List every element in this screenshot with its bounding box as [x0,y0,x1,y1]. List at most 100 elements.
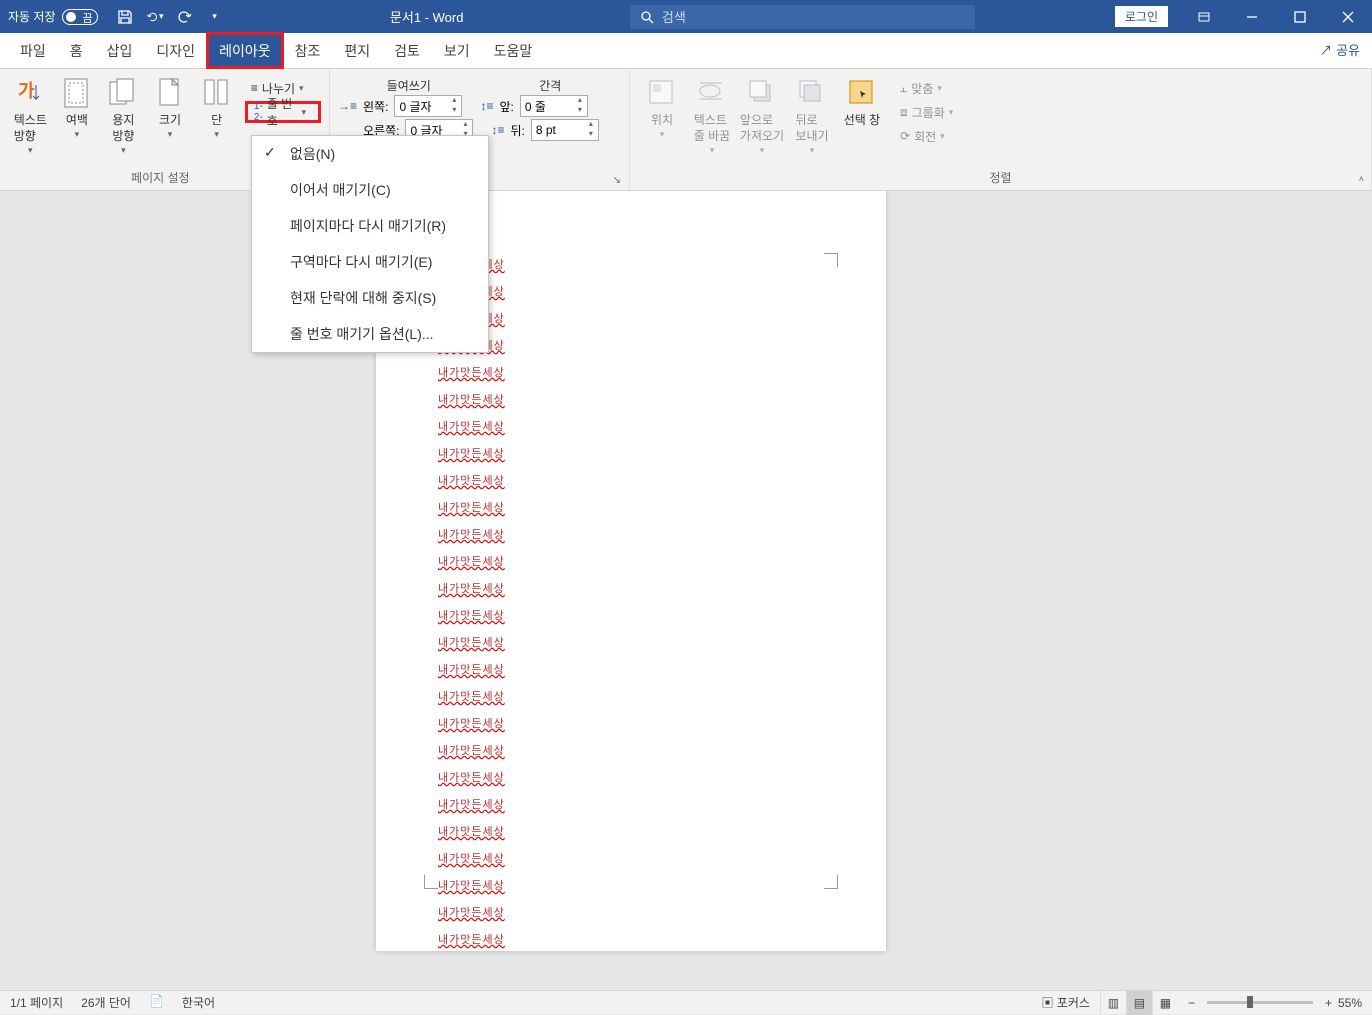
document-line[interactable]: 내가맛든세상 [438,418,824,434]
tab-references[interactable]: 참조 [283,33,333,68]
columns-icon [201,77,233,109]
zoom-in-icon[interactable]: + [1325,996,1332,1010]
zoom-thumb[interactable] [1247,996,1253,1008]
spacing-after-icon: ↕≡ [491,123,504,137]
print-layout-icon[interactable]: ▤ [1126,991,1152,1015]
tab-design[interactable]: 디자인 [144,33,207,68]
share-button[interactable]: ↗ 공유 [1319,40,1360,59]
tab-help[interactable]: 도움말 [482,33,545,68]
spacing-header: 간격 [480,77,622,94]
dropdown-item-restart-page[interactable]: 페이지마다 다시 매기기(R) [252,208,488,244]
status-language[interactable]: 한국어 [182,994,215,1011]
tab-layout[interactable]: 레이아웃 [207,33,283,68]
status-words[interactable]: 26개 단어 [81,994,131,1011]
document-line[interactable]: 내가맛든세상 [438,904,824,920]
spacing-after-spinner[interactable]: ▴▾ [531,119,599,141]
dropdown-item-options[interactable]: 줄 번호 매기기 옵션(L)... [252,316,488,352]
document-line[interactable]: 내가맛든세상 [438,553,824,569]
tab-mailings[interactable]: 편지 [332,33,382,68]
qat-customize-icon[interactable]: ▾ [206,8,224,26]
document-line[interactable]: 내가맛든세상 [438,526,824,542]
bring-forward-icon [746,77,778,109]
document-line[interactable]: 내가맛든세상 [438,742,824,758]
save-icon[interactable] [116,8,134,26]
collapse-ribbon-icon[interactable]: ˄ [1359,174,1364,184]
document-line[interactable]: 내가맛든세상 [438,310,824,326]
selection-pane-button[interactable]: 선택 창 [838,73,886,128]
margins-button[interactable]: 여백▾ [55,73,100,140]
orientation-button[interactable]: 용지 방향▾ [101,73,146,157]
tab-file[interactable]: 파일 [8,33,58,68]
document-line[interactable]: 내가맛든세상 [438,364,824,380]
zoom-out-icon[interactable]: − [1188,996,1195,1010]
document-line[interactable]: 내가맛든세상 [438,850,824,866]
document-line[interactable]: 내가맛든세상 [438,607,824,623]
close-icon[interactable] [1324,0,1372,33]
tab-insert[interactable]: 삽입 [95,33,145,68]
margin-corner [824,875,838,889]
ribbon-display-icon[interactable] [1180,0,1228,33]
quick-access-toolbar: ▾ ▾ [116,8,224,26]
dropdown-item-suppress[interactable]: 현재 단락에 대해 중지(S) [252,280,488,316]
document-area[interactable]: 내가맛든세상내가맛든세상내가맛든세상내가맛든세상내가맛든세상내가맛든세상내가맛든… [0,191,1372,990]
ribbon-body: 가 텍스트 방향▾ 여백▾ 용지 방향▾ 크기▾ 단▾ ≡나누기 ▾ 1-2 [0,69,1372,191]
window-controls [1180,0,1372,33]
document-line[interactable]: 내가맛든세상 [438,661,824,677]
document-line[interactable]: 내가맛든세상 [438,391,824,407]
size-button[interactable]: 크기▾ [148,73,193,140]
status-bar: 1/1 페이지 26개 단어 📄 한국어 ▣ 포커스 ▥ ▤ ▦ − + 55% [0,990,1372,1014]
send-backward-button: 뒤로 보내기▾ [788,73,836,157]
paragraph-launcher-icon[interactable]: ↘ [613,175,621,186]
align-button: ⫠맞춤 ▾ [894,77,959,99]
document-line[interactable]: 내가맛든세상 [438,769,824,785]
document-line[interactable]: 내가맛든세상 [438,472,824,488]
login-button[interactable]: 로그인 [1115,6,1168,27]
tab-home[interactable]: 홈 [58,33,95,68]
document-line[interactable]: 내가맛든세상 [438,715,824,731]
line-numbers-button[interactable]: 1-2-줄 번호 ▾ [245,101,321,123]
status-page[interactable]: 1/1 페이지 [10,994,63,1011]
document-line[interactable]: 내가맛든세상 [438,931,824,947]
document-line[interactable]: 내가맛든세상 [438,337,824,353]
status-proof-icon[interactable]: 📄 [149,994,164,1011]
dropdown-item-continuous[interactable]: 이어서 매기기(C) [252,172,488,208]
tab-review[interactable]: 검토 [382,33,432,68]
spacing-before-input[interactable] [521,96,573,116]
spacing-before-spinner[interactable]: ▴▾ [520,95,588,117]
zoom-level[interactable]: 55% [1338,996,1362,1010]
rotate-icon: ⟳ [900,129,910,143]
indent-left-input[interactable] [395,96,447,116]
document-line[interactable]: 내가맛든세상 [438,823,824,839]
columns-button[interactable]: 단▾ [194,73,239,140]
send-backward-icon [796,77,828,109]
zoom-slider[interactable] [1207,1001,1313,1004]
dropdown-item-none[interactable]: ✓없음(N) [252,136,488,172]
document-line[interactable]: 내가맛든세상 [438,445,824,461]
document-title: 문서1 - Word [224,7,630,26]
document-line[interactable]: 내가맛든세상 [438,688,824,704]
dropdown-item-restart-section[interactable]: 구역마다 다시 매기기(E) [252,244,488,280]
document-line[interactable]: 내가맛든세상 [438,256,824,272]
document-line[interactable]: 내가맛든세상 [438,283,824,299]
document-line[interactable]: 내가맛든세상 [438,877,824,893]
text-direction-button[interactable]: 가 텍스트 방향▾ [8,73,53,157]
web-layout-icon[interactable]: ▦ [1152,991,1178,1015]
search-bar[interactable]: 검색 [630,5,975,29]
document-line[interactable]: 내가맛든세상 [438,499,824,515]
wrap-text-button: 텍스트 줄 바꿈▾ [688,73,736,157]
indent-header: 들여쓰기 [338,77,480,94]
redo-icon[interactable] [176,8,194,26]
indent-left-spinner[interactable]: ▴▾ [394,95,462,117]
undo-icon[interactable]: ▾ [146,8,164,26]
rotate-button: ⟳회전 ▾ [894,125,959,147]
maximize-icon[interactable] [1276,0,1324,33]
document-line[interactable]: 내가맛든세상 [438,634,824,650]
tab-view[interactable]: 보기 [432,33,482,68]
document-line[interactable]: 내가맛든세상 [438,580,824,596]
document-line[interactable]: 내가맛든세상 [438,796,824,812]
read-mode-icon[interactable]: ▥ [1100,991,1126,1015]
autosave-toggle[interactable]: 끔 [62,9,98,25]
focus-mode-button[interactable]: ▣ 포커스 [1041,994,1089,1011]
spacing-after-input[interactable] [532,120,584,140]
minimize-icon[interactable] [1228,0,1276,33]
